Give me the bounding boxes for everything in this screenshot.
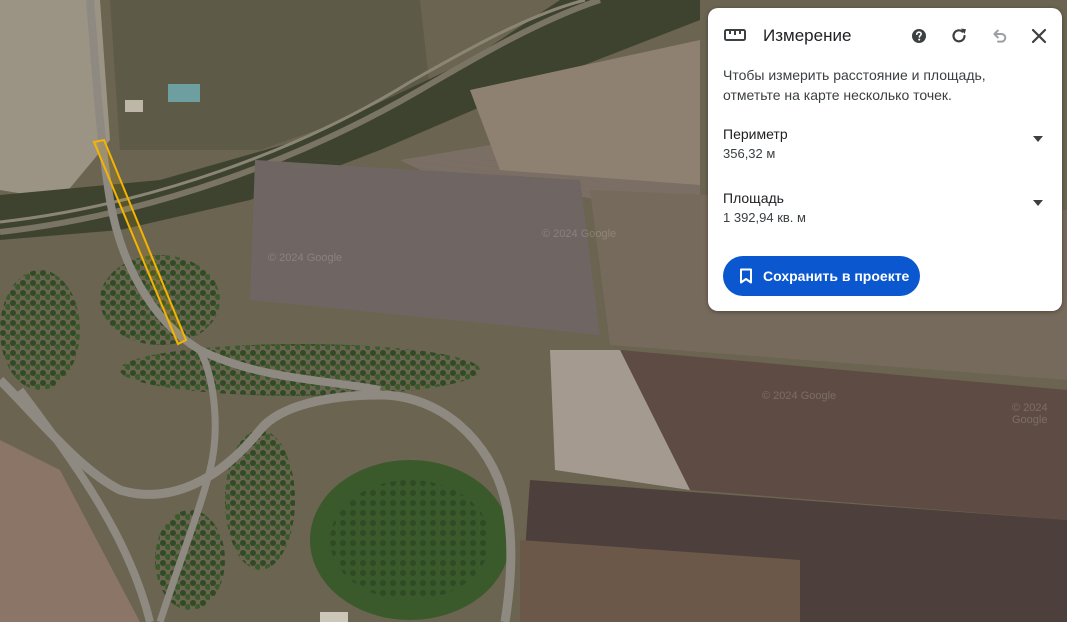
- bookmark-icon: [740, 268, 752, 284]
- help-button[interactable]: [907, 24, 931, 48]
- measure-panel: Измерение Чтобы измерить расстояние и пл…: [708, 8, 1062, 311]
- chevron-down-icon: [1033, 200, 1043, 206]
- area-value: 1 392,94 кв. м: [723, 210, 806, 225]
- perimeter-dropdown[interactable]: Периметр 356,32 м: [723, 126, 1047, 170]
- save-to-project-button[interactable]: Сохранить в проекте: [723, 256, 920, 296]
- undo-icon: [993, 29, 1007, 43]
- ruler-icon: [724, 29, 746, 41]
- close-button[interactable]: [1027, 24, 1051, 48]
- refresh-icon: [952, 28, 966, 43]
- map-watermark: © 2024 Google: [268, 252, 343, 264]
- save-button-label: Сохранить в проекте: [763, 268, 910, 284]
- panel-header: Измерение: [708, 8, 1062, 64]
- map-watermark: © 2024 Google: [1012, 402, 1048, 426]
- area-dropdown[interactable]: Площадь 1 392,94 кв. м: [723, 190, 1047, 234]
- panel-description: Чтобы измерить расстояние и площадь, отм…: [723, 67, 986, 103]
- help-icon: [912, 29, 926, 43]
- panel-title: Измерение: [763, 26, 852, 45]
- area-label: Площадь: [723, 190, 784, 206]
- close-icon: [1031, 28, 1047, 44]
- perimeter-label: Периметр: [723, 126, 788, 142]
- map-watermark: © 2024 Google: [762, 390, 837, 402]
- undo-button[interactable]: [987, 24, 1011, 48]
- refresh-button[interactable]: [947, 24, 971, 48]
- chevron-down-icon: [1033, 136, 1043, 142]
- perimeter-value: 356,32 м: [723, 146, 776, 161]
- map-watermark: © 2024 Google: [542, 228, 617, 240]
